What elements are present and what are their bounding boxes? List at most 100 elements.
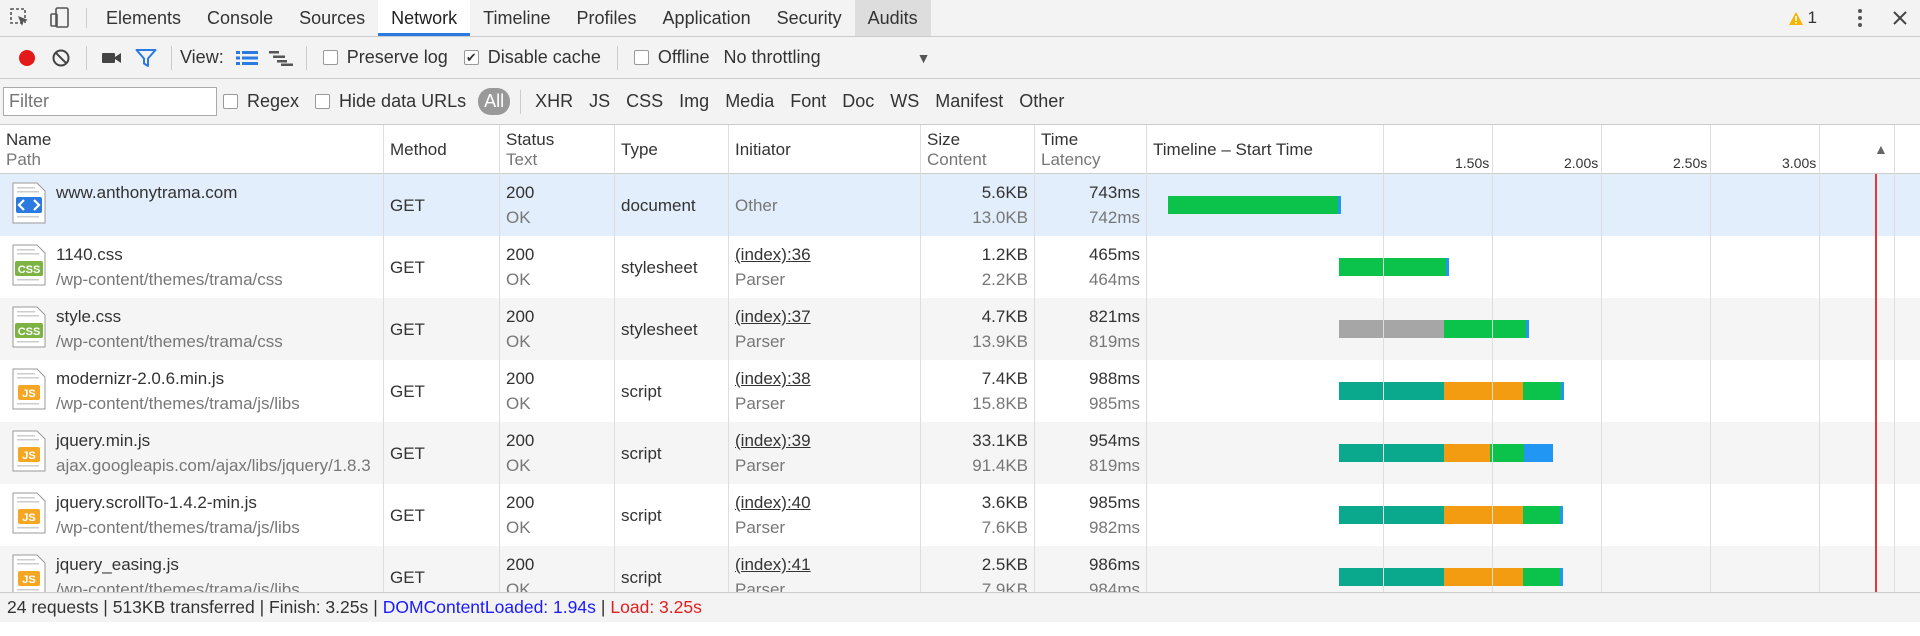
cell-name[interactable]: JS jquery.scrollTo-1.4.2-min.js/wp-conten… — [0, 484, 384, 546]
tab-timeline[interactable]: Timeline — [470, 0, 563, 36]
column-header-size[interactable]: Size Content — [921, 125, 1035, 174]
status-code: 200 — [506, 369, 535, 388]
filter-type-all[interactable]: All — [478, 88, 511, 115]
tab-elements[interactable]: Elements — [93, 0, 194, 36]
filter-type-xhr[interactable]: XHR — [527, 89, 581, 114]
tab-security[interactable]: Security — [764, 0, 855, 36]
table-row[interactable]: JS jquery_easing.js/wp-content/themes/tra… — [0, 546, 1920, 592]
cell-name[interactable]: www.anthonytrama.com — [0, 174, 384, 236]
preserve-log-checkbox[interactable]: Preserve log — [322, 47, 448, 68]
initiator-link[interactable]: (index):41 — [735, 555, 811, 574]
initiator-type: Parser — [735, 518, 786, 537]
device-toolbar-icon[interactable] — [40, 0, 80, 36]
filter-type-doc[interactable]: Doc — [834, 89, 882, 114]
table-row[interactable]: JS jquery.scrollTo-1.4.2-min.js/wp-conten… — [0, 484, 1920, 546]
timeline-bar-waiting — [1339, 444, 1444, 462]
table-row[interactable]: CSS style.css/wp-content/themes/trama/css… — [0, 298, 1920, 360]
cell-name[interactable]: JS jquery_easing.js/wp-content/themes/tra… — [0, 546, 384, 592]
tab-network[interactable]: Network — [378, 0, 471, 36]
table-row[interactable]: JS jquery.min.js ajax.googleapis.com/ajax/… — [0, 422, 1920, 484]
filter-type-font[interactable]: Font — [782, 89, 834, 114]
initiator-link[interactable]: (index):36 — [735, 245, 811, 264]
more-options-icon[interactable] — [1840, 0, 1880, 37]
filter-type-manifest[interactable]: Manifest — [927, 89, 1011, 114]
offline-checkbox[interactable]: Offline — [633, 47, 710, 68]
cell-method: GET — [384, 546, 500, 592]
overview-view-button[interactable] — [264, 41, 298, 75]
cell-name[interactable]: JS modernizr-2.0.6.min.js/wp-content/them… — [0, 360, 384, 422]
tab-application[interactable]: Application — [650, 0, 764, 36]
filter-toggle-button[interactable] — [129, 41, 163, 75]
timeline-gridline — [1894, 125, 1895, 592]
cell-size: 1.2KB 2.2KB — [921, 236, 1035, 298]
table-row[interactable]: CSS 1140.css/wp-content/themes/trama/css G… — [0, 236, 1920, 298]
filter-type-ws[interactable]: WS — [882, 89, 927, 114]
resource-type: script — [621, 381, 662, 401]
hide-data-urls-checkbox-box[interactable] — [315, 94, 331, 109]
filter-input[interactable] — [3, 87, 217, 116]
disable-cache-checkbox-box[interactable]: ✔ — [463, 50, 479, 65]
cell-initiator: Other — [729, 174, 921, 236]
column-name-label: Name — [6, 129, 52, 149]
tab-sources[interactable]: Sources — [286, 0, 378, 36]
offline-checkbox-box[interactable] — [633, 50, 649, 65]
cell-method: GET — [384, 236, 500, 298]
request-time: 954ms — [1088, 431, 1140, 450]
capture-screenshots-button[interactable] — [95, 41, 129, 75]
filter-type-css[interactable]: CSS — [618, 89, 671, 114]
cell-type: script — [615, 546, 729, 592]
cell-name[interactable]: JS jquery.min.js ajax.googleapis.com/ajax/… — [0, 422, 384, 484]
preserve-log-checkbox-box[interactable] — [322, 50, 338, 65]
large-rows-view-button[interactable] — [230, 41, 264, 75]
record-button[interactable] — [10, 41, 44, 75]
close-devtools-icon[interactable] — [1880, 0, 1920, 37]
table-row[interactable]: www.anthonytrama.com GET 200 OK document Othe… — [0, 174, 1920, 236]
transfer-size: 5.6KB — [981, 183, 1028, 202]
tab-profiles[interactable]: Profiles — [564, 0, 650, 36]
table-row[interactable]: JS modernizr-2.0.6.min.js/wp-content/them… — [0, 360, 1920, 422]
initiator-link[interactable]: (index):40 — [735, 493, 811, 512]
clear-button[interactable] — [44, 41, 78, 75]
filter-type-media[interactable]: Media — [717, 89, 782, 114]
timeline-bar-receive — [1560, 568, 1563, 586]
disable-cache-checkbox[interactable]: ✔ Disable cache — [463, 47, 601, 68]
filter-type-js[interactable]: JS — [581, 89, 618, 114]
timeline-bar-waiting — [1339, 382, 1444, 400]
request-method: GET — [390, 319, 425, 339]
cell-type: stylesheet — [615, 236, 729, 298]
timeline-bar-download — [1523, 568, 1560, 586]
column-header-status[interactable]: Status Text — [500, 125, 615, 174]
regex-checkbox-box[interactable] — [223, 94, 238, 109]
column-header-time[interactable]: Time Latency — [1035, 125, 1147, 174]
disable-cache-label: Disable cache — [487, 47, 601, 67]
initiator-link[interactable]: (index):38 — [735, 369, 811, 388]
cell-name[interactable]: CSS style.css/wp-content/themes/trama/css — [0, 298, 384, 360]
column-header-name[interactable]: Name Path — [0, 125, 384, 174]
regex-checkbox[interactable]: Regex — [223, 91, 299, 112]
column-header-method[interactable]: Method — [384, 125, 500, 174]
hide-data-urls-checkbox[interactable]: Hide data URLs — [315, 91, 466, 112]
initiator-link[interactable]: (index):37 — [735, 307, 811, 326]
transfer-size: 1.2KB — [981, 245, 1028, 264]
column-header-initiator[interactable]: Initiator — [729, 125, 921, 174]
cell-size: 7.4KB 15.8KB — [921, 360, 1035, 422]
timeline-bar-download — [1523, 506, 1560, 524]
warnings-counter[interactable]: 1 — [1778, 8, 1827, 28]
list-view-icon — [235, 50, 258, 65]
request-path: /wp-content/themes/trama/js/libs — [56, 394, 300, 413]
initiator-link[interactable]: (index):39 — [735, 431, 811, 450]
filter-type-other[interactable]: Other — [1011, 89, 1072, 114]
tab-console[interactable]: Console — [194, 0, 286, 36]
tab-audits[interactable]: Audits — [854, 0, 931, 36]
column-time-label: Time — [1041, 129, 1079, 149]
filter-type-img[interactable]: Img — [671, 89, 717, 114]
inspect-element-icon[interactable] — [0, 0, 40, 36]
timeline-gridline — [1710, 125, 1711, 592]
clear-icon — [52, 49, 70, 66]
throttling-select[interactable]: No throttling ▼ — [724, 47, 931, 68]
request-time: 985ms — [1088, 493, 1140, 512]
column-header-type[interactable]: Type — [615, 125, 729, 174]
warning-count: 1 — [1807, 8, 1817, 27]
cell-name[interactable]: CSS 1140.css/wp-content/themes/trama/css — [0, 236, 384, 298]
timeline-sort-arrow-icon[interactable]: ▲ — [1874, 141, 1888, 157]
